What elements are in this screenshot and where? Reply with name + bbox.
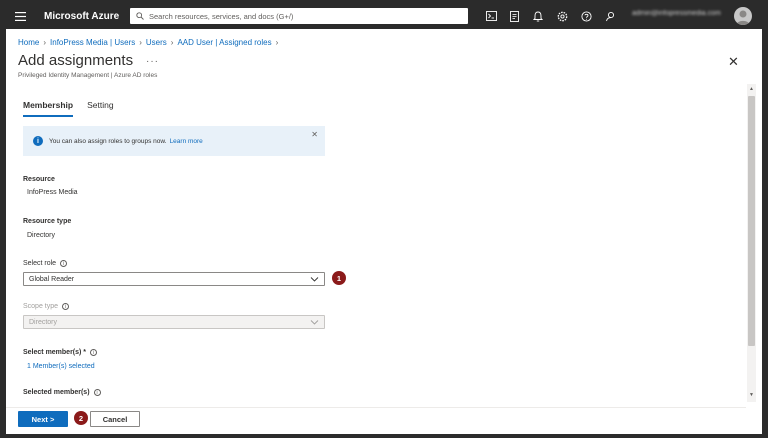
learn-more-link[interactable]: Learn more	[170, 138, 203, 145]
step-marker-2: 2	[74, 411, 88, 425]
select-members-link[interactable]: 1 Member(s) selected	[27, 363, 95, 370]
tab-bar: Membership Setting	[23, 100, 128, 117]
select-members-label-row: Select member(s) * i	[23, 349, 98, 356]
close-icon[interactable]: ✕	[728, 54, 739, 70]
scroll-up-icon[interactable]: ▲	[748, 86, 755, 94]
resource-label: Resource	[23, 176, 55, 183]
directory-filter-icon[interactable]	[508, 9, 522, 23]
info-icon[interactable]: i	[93, 389, 101, 396]
footer-divider	[6, 407, 746, 408]
tab-setting[interactable]: Setting	[87, 100, 113, 117]
chevron-down-icon	[310, 277, 319, 282]
tab-membership[interactable]: Membership	[23, 100, 74, 117]
step-marker-1: 1	[332, 271, 346, 285]
select-role-label: Select role	[23, 260, 57, 267]
page-subtitle: Privileged Identity Management | Azure A…	[18, 72, 158, 79]
scope-type-value: Directory	[29, 318, 58, 326]
info-banner: i You can also assign roles to groups no…	[23, 126, 325, 156]
scope-type-label: Scope type	[23, 303, 59, 310]
cancel-button[interactable]: Cancel	[90, 411, 140, 427]
breadcrumb-users[interactable]: Users	[146, 38, 167, 47]
chevron-right-icon: ›	[43, 37, 47, 47]
chevron-right-icon: ›	[275, 37, 279, 47]
resource-type-value: Directory	[27, 232, 56, 239]
search-icon	[136, 12, 144, 20]
breadcrumb: Home › InfoPress Media | Users › Users ›…	[18, 36, 282, 48]
next-button[interactable]: Next >	[18, 411, 68, 427]
settings-icon[interactable]	[555, 9, 569, 23]
selected-members-label: Selected member(s)	[23, 389, 90, 396]
info-icon[interactable]: i	[60, 260, 68, 267]
dismiss-banner-icon[interactable]: ✕	[311, 130, 318, 139]
search-placeholder: Search resources, services, and docs (G+…	[149, 11, 294, 21]
select-role-value: Global Reader	[29, 275, 75, 283]
more-options-icon[interactable]: ···	[146, 56, 159, 67]
breadcrumb-assigned-roles[interactable]: AAD User | Assigned roles	[177, 38, 271, 47]
info-icon[interactable]: i	[62, 303, 70, 310]
info-icon[interactable]: i	[90, 349, 98, 356]
search-input[interactable]: Search resources, services, and docs (G+…	[130, 8, 468, 24]
avatar-icon[interactable]	[734, 7, 752, 25]
select-members-label: Select member(s) *	[23, 349, 87, 356]
brand-label[interactable]: Microsoft Azure	[44, 11, 130, 22]
page-title: Add assignments	[18, 52, 134, 69]
scrollbar-thumb[interactable]	[748, 96, 755, 346]
resource-value: InfoPress Media	[27, 189, 78, 196]
feedback-icon[interactable]	[603, 9, 617, 23]
resource-type-label: Resource type	[23, 218, 72, 225]
chevron-down-icon	[310, 320, 319, 325]
menu-icon[interactable]	[6, 4, 34, 29]
azure-portal-window: Microsoft Azure Search resources, servic…	[6, 4, 762, 434]
account-label[interactable]: admin@infopressmedia.com	[632, 10, 728, 22]
scroll-down-icon[interactable]: ▼	[748, 392, 755, 400]
cloud-shell-icon[interactable]	[484, 9, 498, 23]
info-banner-text: You can also assign roles to groups now.	[49, 137, 167, 145]
breadcrumb-home[interactable]: Home	[18, 38, 39, 47]
scope-type-dropdown: Directory	[23, 315, 325, 329]
notifications-icon[interactable]	[531, 9, 545, 23]
select-role-label-row: Select role i	[23, 260, 68, 267]
scope-type-label-row: Scope type i	[23, 303, 70, 310]
info-icon: i	[33, 136, 43, 146]
breadcrumb-users-blade[interactable]: InfoPress Media | Users	[50, 38, 135, 47]
selected-members-label-row: Selected member(s) i	[23, 389, 101, 396]
chevron-right-icon: ›	[170, 37, 174, 47]
select-role-dropdown[interactable]: Global Reader	[23, 272, 325, 286]
help-icon[interactable]	[579, 9, 593, 23]
chevron-right-icon: ›	[139, 37, 142, 47]
